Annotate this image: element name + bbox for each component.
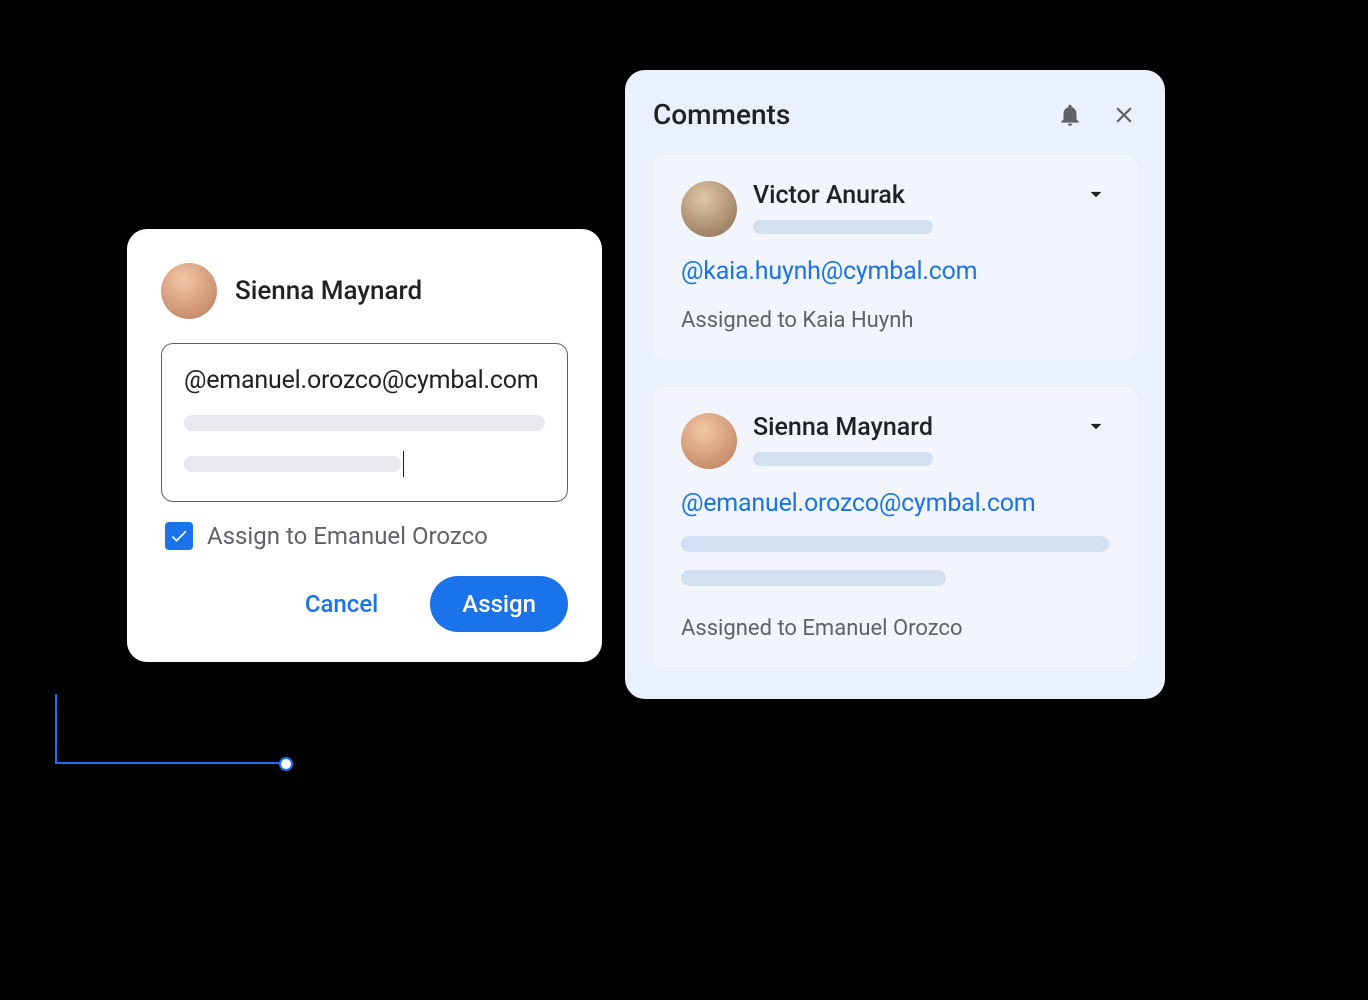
compose-header: Sienna Maynard <box>161 263 568 319</box>
comment-author-name: Victor Anurak <box>753 181 1067 210</box>
comments-panel-title: Comments <box>653 98 1057 131</box>
selection-anchor-handle[interactable] <box>279 757 293 771</box>
mention-link[interactable]: @kaia.huynh@cymbal.com <box>681 257 1109 286</box>
check-icon <box>169 526 189 546</box>
editor-placeholder-line <box>184 456 401 472</box>
assigned-to-text: Assigned to Kaia Huynh <box>681 308 1109 333</box>
mention-text: @emanuel.orozco@cymbal.com <box>184 366 545 395</box>
compose-comment-card: Sienna Maynard @emanuel.orozco@cymbal.co… <box>127 229 602 662</box>
assigned-to-text: Assigned to Emanuel Orozco <box>681 616 1109 641</box>
notifications-button[interactable] <box>1057 102 1083 128</box>
comment-card[interactable]: Victor Anurak @kaia.huynh@cymbal.com Ass… <box>653 155 1137 359</box>
comment-meta-placeholder <box>753 452 933 466</box>
comment-author-name: Sienna Maynard <box>753 413 1067 442</box>
compose-author-name: Sienna Maynard <box>235 276 422 306</box>
avatar <box>161 263 217 319</box>
expand-comment-button[interactable] <box>1083 413 1109 439</box>
comment-meta-placeholder <box>753 220 933 234</box>
expand-comment-button[interactable] <box>1083 181 1109 207</box>
bell-icon <box>1057 102 1083 128</box>
selection-anchor-line <box>55 694 285 764</box>
chevron-down-icon <box>1083 413 1109 439</box>
comment-body-placeholder <box>681 570 946 586</box>
cancel-button[interactable]: Cancel <box>273 576 410 632</box>
comment-editor[interactable]: @emanuel.orozco@cymbal.com <box>161 343 568 502</box>
assign-checkbox[interactable] <box>165 522 193 550</box>
comments-panel: Comments Victor Anurak <box>625 70 1165 699</box>
comment-card[interactable]: Sienna Maynard @emanuel.orozco@cymbal.co… <box>653 387 1137 667</box>
text-cursor <box>403 451 405 477</box>
comment-head: Victor Anurak <box>681 181 1109 237</box>
avatar <box>681 413 737 469</box>
assign-button[interactable]: Assign <box>430 576 568 632</box>
assign-label: Assign to Emanuel Orozco <box>207 522 488 550</box>
close-icon <box>1111 102 1137 128</box>
mention-link[interactable]: @emanuel.orozco@cymbal.com <box>681 489 1109 518</box>
editor-placeholder-line <box>184 415 545 431</box>
chevron-down-icon <box>1083 181 1109 207</box>
comment-head: Sienna Maynard <box>681 413 1109 469</box>
avatar <box>681 181 737 237</box>
comment-body-placeholder <box>681 536 1109 552</box>
close-button[interactable] <box>1111 102 1137 128</box>
compose-button-row: Cancel Assign <box>161 576 568 632</box>
assign-row: Assign to Emanuel Orozco <box>161 522 568 550</box>
comments-panel-header: Comments <box>653 98 1137 131</box>
